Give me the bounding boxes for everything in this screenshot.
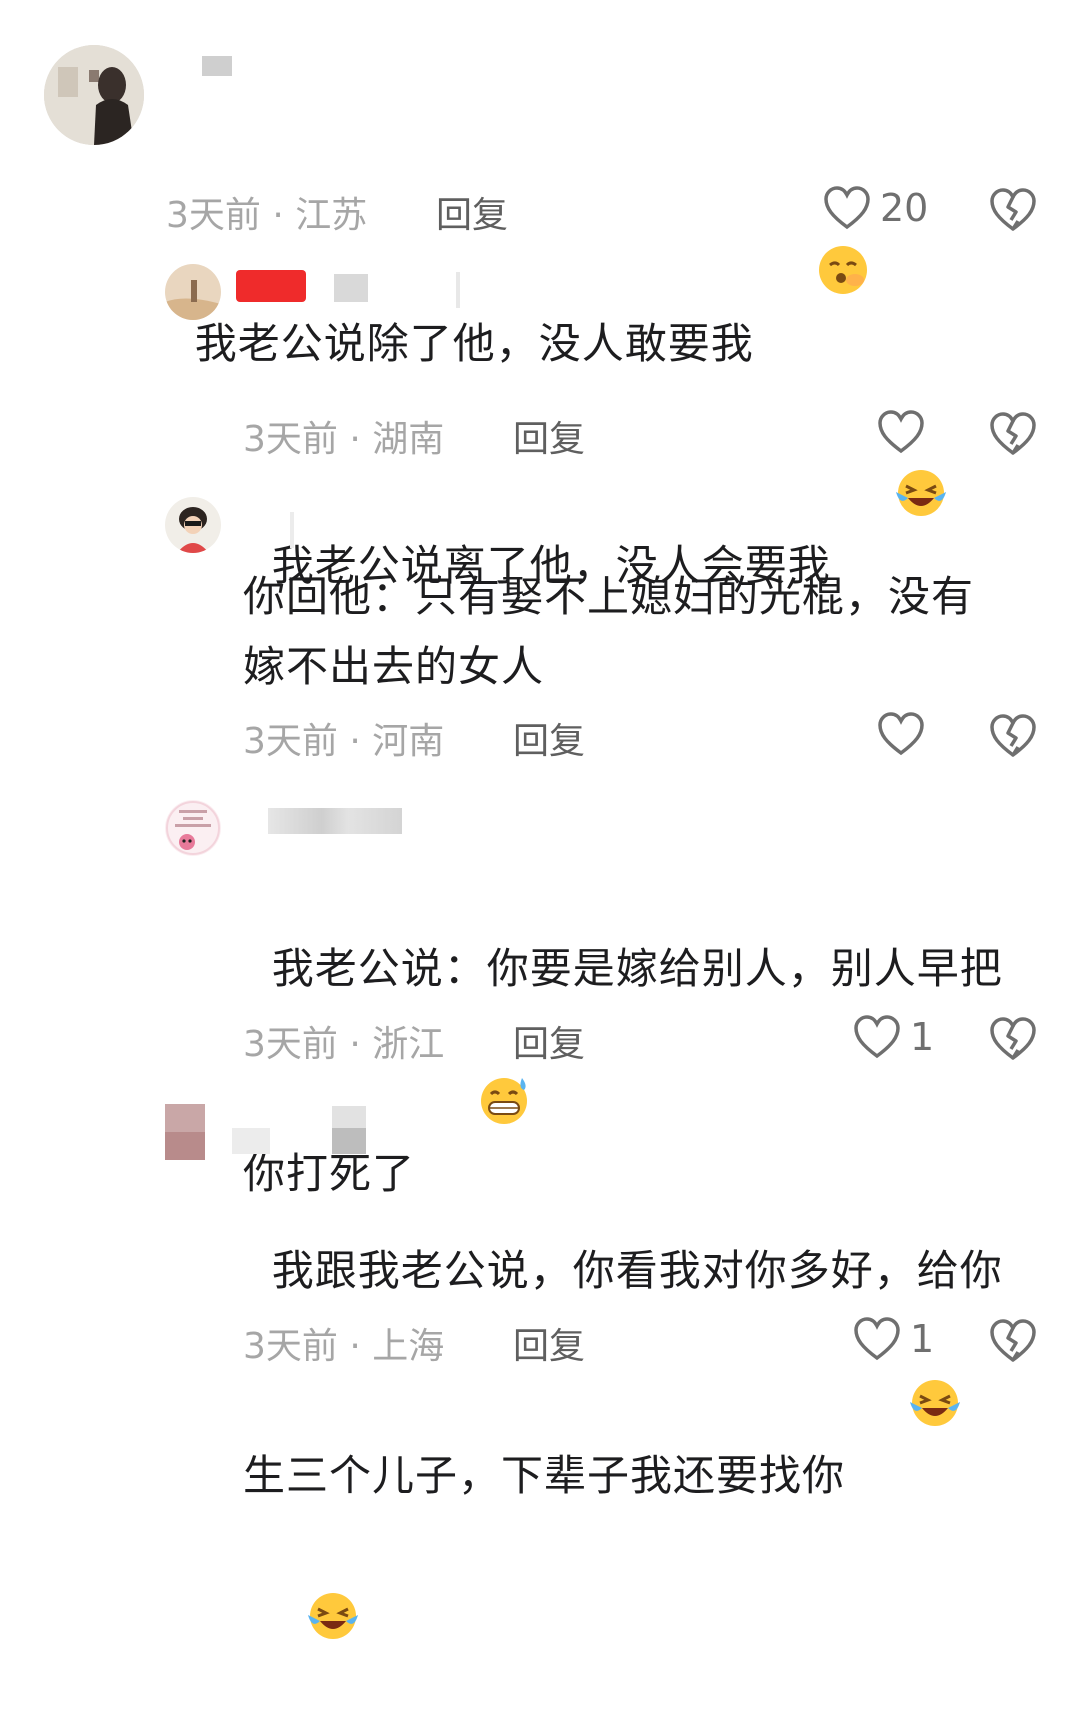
username-blurred[interactable] [232, 508, 296, 548]
heart-icon [878, 712, 924, 756]
heart-icon [854, 1015, 900, 1059]
reply-button[interactable]: 回复 [513, 1015, 585, 1067]
reply-button[interactable]: 回复 [513, 712, 585, 764]
like-button[interactable] [876, 710, 934, 758]
like-count: 20 [880, 186, 929, 230]
reply-button[interactable]: 回复 [513, 410, 585, 462]
like-button[interactable]: 20 [822, 184, 928, 232]
reply-button[interactable]: 回复 [436, 186, 508, 238]
avatar[interactable] [165, 497, 221, 553]
reply-button[interactable]: 回复 [513, 1317, 585, 1369]
dislike-button[interactable] [988, 712, 1038, 764]
broken-heart-icon [990, 412, 1036, 455]
laughing-crying-face-emoji-icon [249, 1519, 360, 1732]
avatar[interactable] [165, 800, 221, 856]
comment-meta: 3天前 · 浙江 [243, 1024, 445, 1065]
comment-text: 你回他：只有娶不上媳妇的光棍，没有 嫁不出去的女人 [243, 572, 975, 691]
comment-meta: 3天前 · 江苏 [166, 195, 368, 236]
heart-icon [854, 1317, 900, 1361]
like-count: 1 [910, 1317, 935, 1361]
dislike-button[interactable] [988, 1015, 1038, 1067]
username-blurred[interactable] [232, 268, 464, 308]
username-blurred[interactable] [168, 52, 264, 86]
like-count: 1 [910, 1015, 935, 1059]
comment-meta: 3天前 · 上海 [243, 1326, 445, 1367]
comment-text: 我跟我老公说，你看我对你多好，给你 生三个儿子，下辈子我还要找你 [243, 1166, 1023, 1732]
comment-meta: 3天前 · 湖南 [243, 419, 445, 460]
broken-heart-icon [990, 1017, 1036, 1060]
broken-heart-icon [990, 188, 1036, 231]
comment-meta: 3天前 · 河南 [243, 721, 445, 762]
like-button[interactable]: 1 [852, 1013, 934, 1061]
like-button[interactable]: 1 [852, 1315, 934, 1363]
dislike-button[interactable] [988, 186, 1038, 238]
avatar[interactable] [165, 264, 221, 320]
avatar[interactable] [165, 1104, 221, 1160]
username-blurred[interactable] [232, 1106, 366, 1154]
avatar[interactable] [44, 45, 144, 145]
broken-heart-icon [990, 714, 1036, 757]
heart-icon [824, 186, 870, 230]
heart-icon [878, 410, 924, 454]
like-button[interactable] [876, 408, 934, 456]
dislike-button[interactable] [988, 410, 1038, 462]
dislike-button[interactable] [988, 1317, 1038, 1369]
broken-heart-icon [990, 1319, 1036, 1362]
username-blurred[interactable] [268, 808, 402, 834]
